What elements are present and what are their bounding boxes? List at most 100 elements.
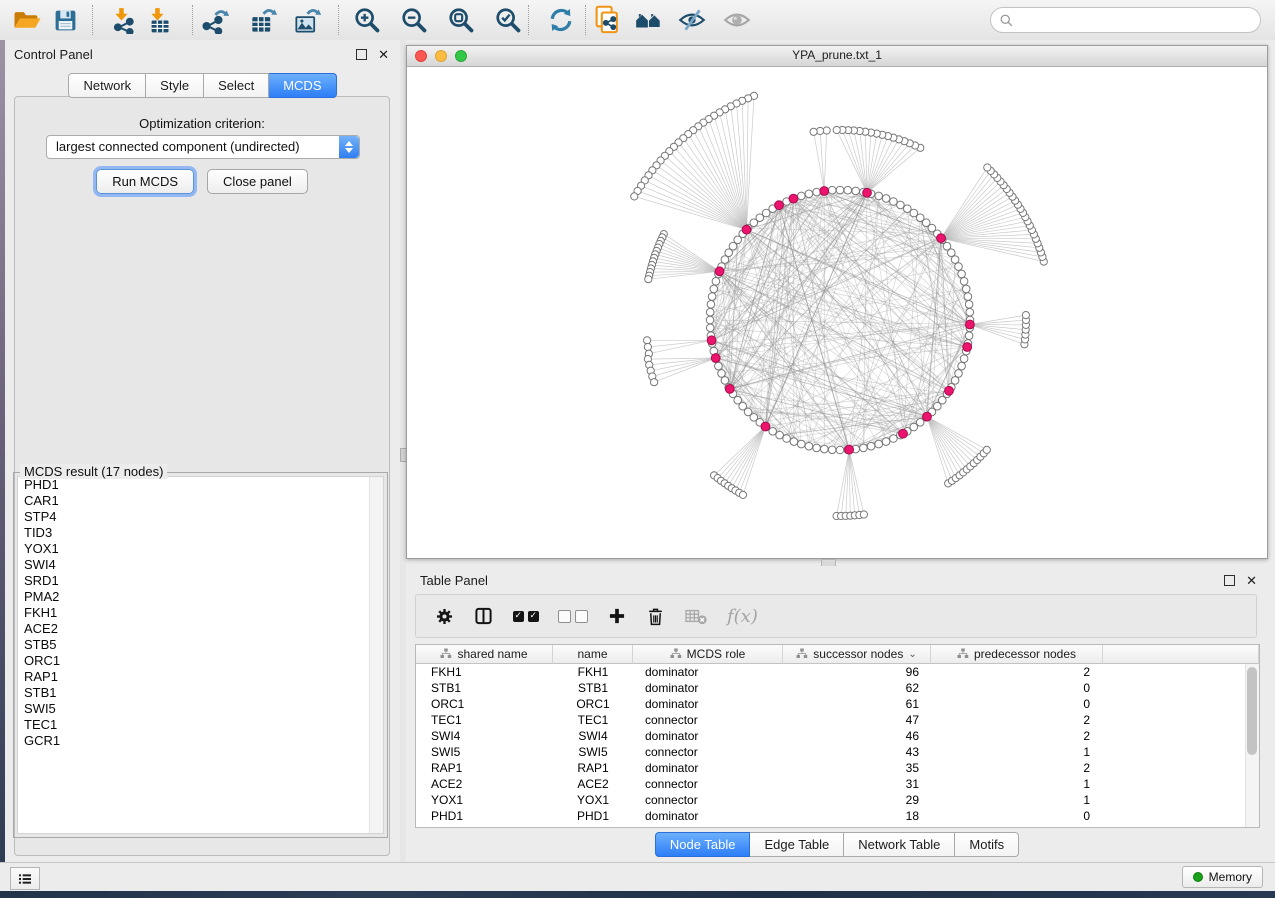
- refresh-network-icon[interactable]: [544, 6, 578, 34]
- network-node[interactable]: [707, 301, 715, 309]
- table-cell[interactable]: dominator: [633, 760, 783, 776]
- table-cell[interactable]: 61: [783, 696, 931, 712]
- network-window-titlebar[interactable]: YPA_prune.txt_1: [407, 46, 1267, 67]
- mcds-hub-node[interactable]: [899, 429, 908, 438]
- mcds-result-item[interactable]: STB1: [18, 685, 383, 701]
- table-cell[interactable]: RAP1: [553, 760, 633, 776]
- optimization-criterion-dropdown[interactable]: largest connected component (undirected): [46, 135, 360, 159]
- network-node[interactable]: [715, 362, 723, 370]
- network-node[interactable]: [798, 192, 806, 200]
- network-node[interactable]: [706, 316, 714, 324]
- table-cell[interactable]: dominator: [633, 808, 783, 824]
- table-cell[interactable]: RAP1: [416, 760, 553, 776]
- network-node[interactable]: [805, 442, 813, 450]
- minimize-window-icon[interactable]: [435, 50, 447, 62]
- network-leaf-node[interactable]: [810, 128, 817, 135]
- column-header-name[interactable]: name: [553, 645, 633, 664]
- table-cell[interactable]: dominator: [633, 696, 783, 712]
- network-node[interactable]: [897, 201, 905, 209]
- memory-button[interactable]: Memory: [1182, 866, 1263, 888]
- table-cell[interactable]: TEC1: [553, 712, 633, 728]
- save-session-icon[interactable]: [48, 6, 82, 34]
- network-canvas[interactable]: [407, 67, 1265, 556]
- table-cell[interactable]: STB1: [553, 680, 633, 696]
- zoom-in-icon[interactable]: [350, 6, 384, 34]
- tab-select[interactable]: Select: [204, 73, 269, 98]
- table-cell[interactable]: 2: [931, 712, 1103, 728]
- table-cell[interactable]: 1: [931, 776, 1103, 792]
- table-cell[interactable]: ORC1: [553, 696, 633, 712]
- network-node[interactable]: [844, 186, 852, 194]
- maximize-window-icon[interactable]: [455, 50, 467, 62]
- network-node[interactable]: [965, 301, 973, 309]
- mcds-result-item[interactable]: PHD1: [18, 477, 383, 493]
- table-cell[interactable]: 1: [931, 744, 1103, 760]
- table-cell[interactable]: dominator: [633, 680, 783, 696]
- network-leaf-node[interactable]: [983, 446, 990, 453]
- network-node[interactable]: [965, 332, 973, 340]
- network-leaf-node[interactable]: [645, 276, 652, 283]
- table-row[interactable]: PHD1PHD1dominator180: [416, 808, 1259, 824]
- mcds-result-item[interactable]: SRD1: [18, 573, 383, 589]
- tab-style[interactable]: Style: [146, 73, 204, 98]
- network-node[interactable]: [882, 438, 890, 446]
- table-row[interactable]: ACE2ACE2connector311: [416, 776, 1259, 792]
- mcds-result-item[interactable]: STB5: [18, 637, 383, 653]
- table-row[interactable]: RAP1RAP1dominator352: [416, 760, 1259, 776]
- table-cell[interactable]: SWI4: [553, 728, 633, 744]
- mcds-hub-node[interactable]: [820, 187, 829, 196]
- network-node[interactable]: [813, 444, 821, 452]
- network-node[interactable]: [828, 446, 836, 454]
- table-cell[interactable]: 2: [931, 728, 1103, 744]
- table-cell[interactable]: connector: [633, 776, 783, 792]
- mcds-hub-node[interactable]: [937, 234, 946, 243]
- table-row[interactable]: SWI4SWI4dominator462: [416, 728, 1259, 744]
- mcds-result-item[interactable]: TEC1: [18, 717, 383, 733]
- table-cell[interactable]: SWI5: [416, 744, 553, 760]
- mcds-hub-node[interactable]: [845, 445, 854, 454]
- network-node[interactable]: [708, 293, 716, 301]
- table-cell[interactable]: 31: [783, 776, 931, 792]
- table-row[interactable]: ORC1ORC1dominator610: [416, 696, 1259, 712]
- mcds-result-item[interactable]: ORC1: [18, 653, 383, 669]
- table-cell[interactable]: connector: [633, 712, 783, 728]
- network-node[interactable]: [860, 444, 868, 452]
- zoom-out-icon[interactable]: [397, 6, 431, 34]
- network-node[interactable]: [805, 190, 813, 198]
- table-cell[interactable]: 2: [931, 664, 1103, 680]
- table-cell[interactable]: ACE2: [416, 776, 553, 792]
- network-node[interactable]: [958, 270, 966, 278]
- table-cell[interactable]: dominator: [633, 728, 783, 744]
- network-leaf-node[interactable]: [984, 164, 991, 171]
- table-cell[interactable]: STB1: [416, 680, 553, 696]
- network-node[interactable]: [721, 256, 729, 264]
- mcds-hub-node[interactable]: [775, 201, 784, 210]
- network-leaf-node[interactable]: [1022, 312, 1029, 319]
- network-node[interactable]: [836, 186, 844, 194]
- network-node[interactable]: [960, 278, 968, 286]
- table-cell[interactable]: YOX1: [416, 792, 553, 808]
- table-cell[interactable]: 18: [783, 808, 931, 824]
- network-node[interactable]: [875, 440, 883, 448]
- network-node[interactable]: [836, 446, 844, 454]
- mcds-result-item[interactable]: GCR1: [18, 733, 383, 749]
- network-node[interactable]: [951, 256, 959, 264]
- deselect-all-icon[interactable]: [558, 610, 588, 623]
- table-cell[interactable]: connector: [633, 744, 783, 760]
- run-mcds-button[interactable]: Run MCDS: [96, 169, 194, 194]
- network-graph[interactable]: [407, 67, 1265, 556]
- table-cell[interactable]: 0: [931, 696, 1103, 712]
- network-node[interactable]: [882, 195, 890, 203]
- mcds-hub-node[interactable]: [963, 343, 972, 352]
- close-window-icon[interactable]: [415, 50, 427, 62]
- table-cell[interactable]: 43: [783, 744, 931, 760]
- tab-network-table[interactable]: Network Table: [844, 832, 955, 857]
- network-node[interactable]: [721, 377, 729, 385]
- network-node[interactable]: [955, 370, 963, 378]
- network-node[interactable]: [852, 187, 860, 195]
- mcds-result-item[interactable]: ACE2: [18, 621, 383, 637]
- mcds-hub-node[interactable]: [715, 267, 724, 276]
- network-leaf-node[interactable]: [631, 193, 638, 200]
- network-leaf-node[interactable]: [651, 379, 658, 386]
- mcds-hub-node[interactable]: [966, 320, 975, 329]
